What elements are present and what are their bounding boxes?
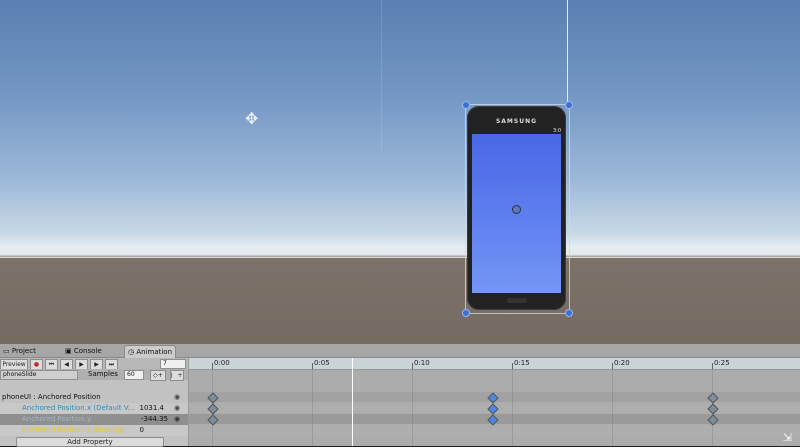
spacer-row [0, 381, 188, 392]
play-icon: ▶ [79, 361, 84, 368]
time-tick-label: 0:25 [714, 359, 730, 367]
samples-field[interactable]: 60 [124, 370, 144, 380]
phone-brand: SAMSUNG [495, 118, 538, 125]
property-value-y[interactable]: -344.35 [136, 414, 168, 425]
property-label-x: Anchored Position.x (Default V... [22, 404, 135, 412]
transport-row: Preview ● ⏮ ◀ ▶ ▶ ⏭ 7 [0, 358, 188, 370]
tab-project[interactable]: ▭ Project [0, 345, 39, 357]
mouse-cursor-icon: ⇲ [782, 431, 792, 444]
animation-properties-pane: Preview ● ⏮ ◀ ▶ ▶ ⏭ 7 phoneSlide Samples… [0, 358, 189, 447]
frame-field[interactable]: 7 [160, 359, 186, 369]
pivot-handle[interactable] [512, 205, 521, 214]
time-ruler[interactable]: 0:00 0:05 0:10 0:15 0:20 0:25 [189, 358, 800, 370]
property-row-x[interactable]: Anchored Position.x (Default V... 1031.4… [0, 403, 188, 414]
time-tick-label: 0:00 [214, 359, 230, 367]
clip-selector[interactable]: phoneSlide [0, 370, 78, 380]
panel-tabs: ▭ Project ▣ Console ◷ Animation [0, 344, 800, 358]
property-row-z[interactable]: Anchored Position.z (Missing) 0 [0, 425, 188, 436]
rect-guide-line [567, 0, 568, 105]
property-label-y: Anchored Position.y [22, 415, 92, 423]
next-key-icon: ▶ [94, 361, 99, 368]
rect-handle-top-left[interactable] [462, 101, 470, 109]
tab-animation[interactable]: ◷ Animation [124, 345, 177, 358]
folder-icon: ▭ [3, 347, 10, 355]
horizon-line [0, 257, 800, 258]
rect-handle-bottom-right[interactable] [565, 309, 573, 317]
dopesheet-timeline[interactable]: 0:00 0:05 0:10 0:15 0:20 0:25 [189, 358, 800, 446]
rect-handle-top-right[interactable] [565, 101, 573, 109]
tab-label: Console [73, 347, 102, 355]
property-group-label: phoneUI : Anchored Position [2, 393, 101, 401]
clip-row: phoneSlide Samples 60 ◇+ ⎸+ [0, 369, 188, 381]
playhead[interactable] [352, 358, 353, 446]
timeline-grid-line [412, 369, 413, 446]
time-tick-label: 0:05 [314, 359, 330, 367]
clip-name: phoneSlide [3, 371, 37, 378]
last-key-icon: ⏭ [108, 361, 115, 368]
console-icon: ▣ [65, 347, 72, 355]
property-value-z[interactable]: 0 [136, 425, 144, 436]
add-event-button[interactable]: ⎸+ [170, 370, 184, 381]
timeline-grid-line [512, 369, 513, 446]
keyframe-row-z [189, 425, 800, 435]
move-tool-icon[interactable]: ✥ [245, 111, 258, 127]
time-tick-label: 0:10 [414, 359, 430, 367]
add-keyframe-button[interactable]: ◇+ [150, 370, 166, 381]
prev-key-icon: ◀ [64, 361, 69, 368]
record-icon: ● [33, 361, 40, 368]
tab-console[interactable]: ▣ Console [62, 345, 105, 357]
add-event-icon: ⎸+ [171, 372, 183, 379]
phone-home-button [507, 298, 527, 303]
add-keyframe-icon: ◇+ [153, 372, 163, 379]
curve-toggle-icon[interactable]: ◉ [174, 414, 180, 425]
timeline-grid-line [312, 369, 313, 446]
scene-view[interactable]: ✥ SAMSUNG 3:0 [0, 0, 800, 344]
rect-handle-bottom-left[interactable] [462, 309, 470, 317]
first-key-icon: ⏮ [48, 361, 55, 368]
timeline-grid-line [612, 369, 613, 446]
time-tick-label: 0:15 [514, 359, 530, 367]
animation-panel: ▭ Project ▣ Console ◷ Animation Preview … [0, 344, 800, 447]
tab-label: Project [11, 347, 36, 355]
property-group-row[interactable]: phoneUI : Anchored Position ◉ [0, 392, 188, 403]
curve-toggle-icon[interactable]: ◉ [174, 403, 180, 414]
time-tick-label: 0:20 [614, 359, 630, 367]
property-label-z: Anchored Position.z (Missing) [22, 426, 125, 434]
samples-label: Samples [88, 370, 118, 378]
tab-label: Animation [136, 348, 173, 356]
clock-icon: ◷ [128, 348, 135, 356]
curve-toggle-icon[interactable]: ◉ [174, 392, 180, 403]
property-value-x[interactable]: 1031.4 [136, 403, 165, 414]
guide-line [381, 0, 382, 150]
property-row-y[interactable]: Anchored Position.y -344.35 ◉ [0, 414, 188, 425]
